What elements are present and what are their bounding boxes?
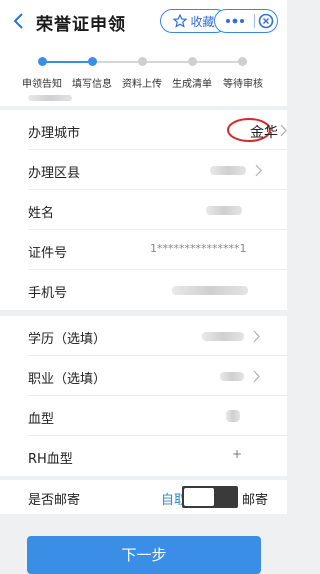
- rh-value: +: [232, 447, 243, 461]
- form-section-top: [0, 92, 287, 106]
- form-row-city[interactable]: 办理城市 金华: [0, 110, 287, 150]
- blurred-value: [172, 286, 248, 295]
- step-connector: [92, 61, 244, 63]
- back-arrow-icon[interactable]: [12, 12, 26, 30]
- field-label: 办理区县: [28, 166, 81, 181]
- form-row-mail: 是否邮寄 自取 邮寄: [0, 480, 287, 514]
- chevron-right-icon: [280, 124, 287, 137]
- form-row-id-number[interactable]: 证件号 1***************1: [0, 230, 287, 270]
- more-icon[interactable]: [221, 15, 249, 27]
- step-label: 申领告知: [22, 79, 62, 90]
- blurred-value: [210, 166, 246, 175]
- step-label: 等待审核: [223, 79, 263, 90]
- field-label: 手机号: [28, 286, 68, 301]
- star-icon: [173, 14, 188, 28]
- step-dot: [138, 57, 147, 66]
- page-title: 荣誉证申领: [36, 15, 126, 35]
- field-label: 血型: [28, 412, 55, 427]
- blurred-value: [206, 206, 242, 215]
- blurred-value: [226, 410, 240, 422]
- next-step-button[interactable]: 下一步: [27, 536, 261, 574]
- close-icon[interactable]: [257, 12, 275, 30]
- step-dot: [38, 57, 47, 66]
- city-value: 金华: [250, 125, 278, 141]
- capsule-divider: [254, 14, 255, 28]
- field-label: 职业（选填）: [28, 372, 107, 387]
- form-row-occupation[interactable]: 职业（选填）: [0, 356, 287, 396]
- field-label: 学历（选填）: [28, 332, 107, 347]
- field-label: RH血型: [28, 452, 73, 467]
- step-label: 资料上传: [122, 79, 162, 90]
- chevron-right-icon: [255, 164, 262, 177]
- step-dot: [238, 57, 247, 66]
- mail-option-mail[interactable]: 邮寄: [242, 489, 268, 508]
- blurred-value: [202, 332, 244, 341]
- blurred-text: [28, 95, 72, 101]
- form-row-phone[interactable]: 手机号: [0, 270, 287, 310]
- step-label: 填写信息: [72, 79, 112, 90]
- chevron-right-icon: [253, 330, 260, 343]
- step-dot: [188, 57, 197, 66]
- field-label: 姓名: [28, 206, 55, 221]
- mail-toggle-switch[interactable]: [182, 486, 238, 508]
- form-row-blood-type[interactable]: 血型: [0, 396, 287, 436]
- field-label: 办理城市: [28, 126, 81, 141]
- favorite-label: 收藏: [190, 14, 215, 29]
- progress-steps: 申领告知 填写信息 资料上传 生成清单 等待审核: [0, 44, 287, 92]
- mini-program-capsule: [214, 9, 278, 33]
- toggle-knob: [184, 488, 214, 506]
- form-row-rh-type[interactable]: RH血型 +: [0, 436, 287, 476]
- field-label: 证件号: [28, 246, 68, 261]
- step-dot: [88, 57, 97, 66]
- blurred-value: [220, 372, 244, 381]
- step-label: 生成清单: [172, 79, 212, 90]
- id-number-value: 1***************1: [150, 242, 247, 255]
- field-label: 是否邮寄: [28, 493, 81, 508]
- form-row-education[interactable]: 学历（选填）: [0, 316, 287, 356]
- form-row-name[interactable]: 姓名: [0, 190, 287, 230]
- step-connector: [42, 61, 92, 63]
- chevron-right-icon: [253, 370, 260, 383]
- form-row-district[interactable]: 办理区县: [0, 150, 287, 190]
- app-header: 荣誉证申领 收藏: [0, 0, 287, 44]
